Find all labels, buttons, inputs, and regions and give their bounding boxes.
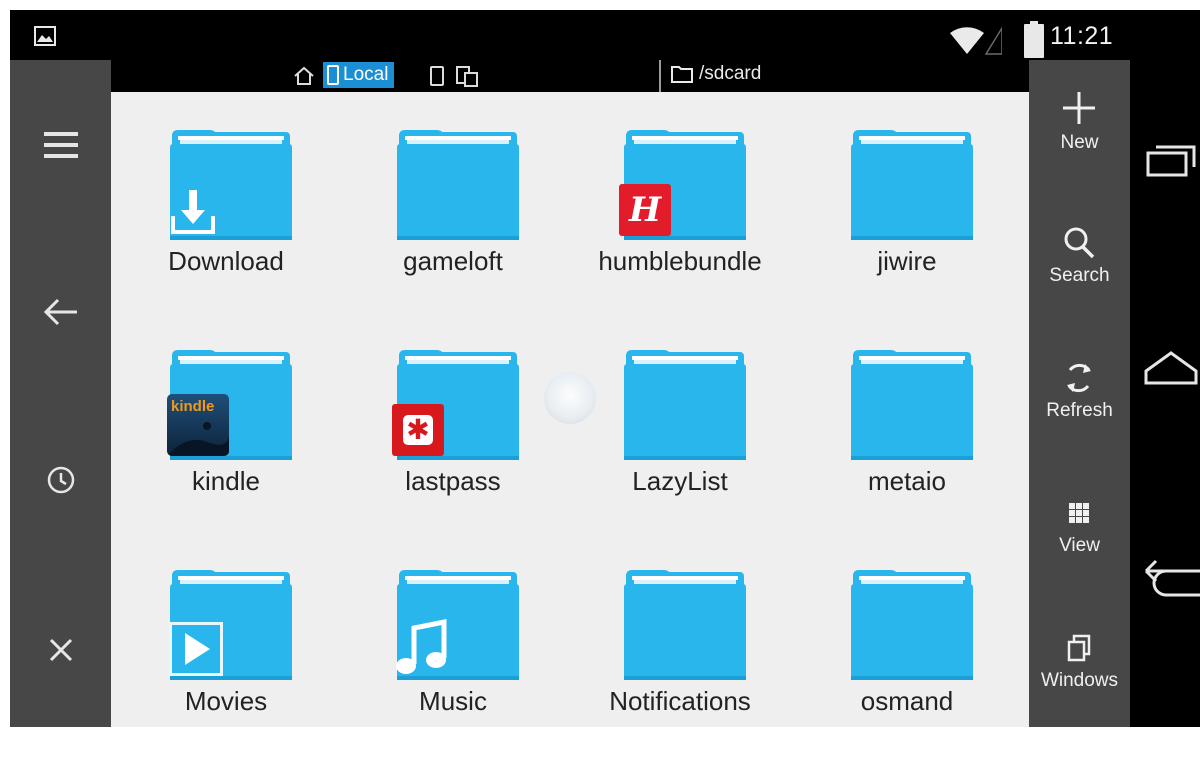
left-toolbar bbox=[10, 60, 111, 727]
refresh-button[interactable]: Refresh bbox=[1029, 330, 1130, 440]
back-arrow-icon bbox=[43, 298, 77, 326]
folder-icon bbox=[397, 130, 519, 240]
path-bar: Local /sdcard bbox=[111, 60, 1029, 92]
folder-icon bbox=[624, 350, 746, 460]
folder-icon bbox=[851, 130, 973, 240]
menu-icon bbox=[43, 132, 78, 158]
folder-item[interactable]: LazyList bbox=[575, 342, 785, 542]
music-note-icon bbox=[396, 618, 447, 674]
folder-item[interactable]: Music bbox=[348, 562, 558, 762]
folder-name: Notifications bbox=[609, 686, 751, 716]
folder-icon bbox=[851, 350, 973, 460]
folder-item[interactable]: metaio bbox=[802, 342, 1012, 542]
windows-button[interactable]: Windows bbox=[1029, 600, 1130, 710]
touch-ripple bbox=[544, 372, 596, 424]
close-button[interactable] bbox=[10, 620, 111, 680]
grid-view-icon bbox=[1069, 503, 1089, 523]
current-path-label: /sdcard bbox=[699, 63, 762, 84]
menu-button[interactable] bbox=[10, 115, 111, 175]
refresh-icon bbox=[1067, 363, 1091, 393]
image-notification-icon bbox=[34, 26, 56, 46]
dual-device-icon[interactable] bbox=[456, 65, 478, 87]
folder-item[interactable]: Hhumblebundle bbox=[575, 122, 785, 322]
view-button-label: View bbox=[1059, 535, 1100, 556]
windows-button-label: Windows bbox=[1040, 670, 1119, 691]
folder-item[interactable]: kindle kindle bbox=[121, 342, 331, 542]
folder-outline-icon bbox=[671, 66, 693, 83]
folder-name: Download bbox=[168, 246, 284, 276]
folder-name: Music bbox=[419, 686, 487, 716]
download-icon bbox=[171, 190, 215, 234]
folder-name: lastpass bbox=[405, 466, 501, 496]
folder-name: jiwire bbox=[877, 246, 937, 276]
navigation-bar bbox=[1130, 60, 1200, 727]
close-icon bbox=[49, 638, 72, 662]
folder-name: LazyList bbox=[632, 466, 728, 496]
new-button[interactable]: New bbox=[1029, 60, 1130, 170]
folder-item[interactable]: Notifications bbox=[575, 562, 785, 762]
search-button[interactable]: Search bbox=[1029, 195, 1130, 305]
folder-item[interactable]: Download bbox=[121, 122, 331, 322]
right-action-bar: New Search Refresh View Windows bbox=[1029, 60, 1130, 727]
folder-name: Movies bbox=[184, 686, 268, 716]
folder-icon bbox=[851, 570, 973, 680]
video-icon bbox=[169, 622, 223, 676]
windows-icon bbox=[1067, 634, 1091, 662]
search-icon bbox=[1064, 227, 1095, 259]
wifi-signal-icon bbox=[950, 26, 1002, 55]
history-clock-icon bbox=[47, 466, 74, 494]
back-button[interactable] bbox=[10, 282, 111, 342]
home-icon[interactable] bbox=[293, 66, 315, 86]
view-button[interactable]: View bbox=[1029, 465, 1130, 575]
lastpass-icon: ✱ bbox=[392, 404, 444, 456]
current-path[interactable]: /sdcard bbox=[671, 63, 761, 85]
home-key-icon[interactable] bbox=[1142, 345, 1200, 395]
folder-item[interactable]: osmand bbox=[802, 562, 1012, 762]
back-key-icon[interactable] bbox=[1142, 555, 1200, 605]
battery-icon bbox=[1024, 21, 1044, 58]
kindle-app-icon: kindle bbox=[167, 394, 229, 456]
status-bar: 11:21 bbox=[10, 10, 1200, 60]
history-button[interactable] bbox=[10, 450, 111, 510]
play-icon bbox=[185, 633, 210, 665]
refresh-button-label: Refresh bbox=[1046, 400, 1113, 421]
folder-name: humblebundle bbox=[598, 246, 762, 276]
folder-icon bbox=[624, 570, 746, 680]
folder-item[interactable]: gameloft bbox=[348, 122, 558, 322]
folder-name: kindle bbox=[192, 466, 260, 496]
recent-apps-icon[interactable] bbox=[1142, 135, 1200, 185]
local-storage-tab[interactable]: Local bbox=[323, 62, 395, 88]
local-storage-label: Local bbox=[343, 64, 389, 85]
plus-icon bbox=[1063, 92, 1095, 124]
phone-icon bbox=[327, 65, 339, 85]
search-button-label: Search bbox=[1049, 265, 1110, 286]
folder-item[interactable]: jiwire bbox=[802, 122, 1012, 322]
humblebundle-icon: H bbox=[619, 184, 671, 236]
kindle-logo-text: kindle bbox=[171, 398, 215, 415]
lastpass-asterisk: ✱ bbox=[403, 415, 433, 445]
path-separator bbox=[659, 60, 661, 92]
clock-time: 11:21 bbox=[1050, 22, 1114, 50]
folder-item[interactable]: Movies bbox=[121, 562, 331, 762]
new-button-label: New bbox=[1060, 132, 1099, 153]
reading-figure-icon bbox=[167, 422, 229, 456]
folder-item[interactable]: ✱ lastpass bbox=[348, 342, 558, 542]
folder-name: metaio bbox=[867, 466, 947, 496]
folder-name: osmand bbox=[860, 686, 954, 716]
device-icon[interactable] bbox=[430, 65, 444, 87]
folder-name: gameloft bbox=[403, 246, 503, 276]
